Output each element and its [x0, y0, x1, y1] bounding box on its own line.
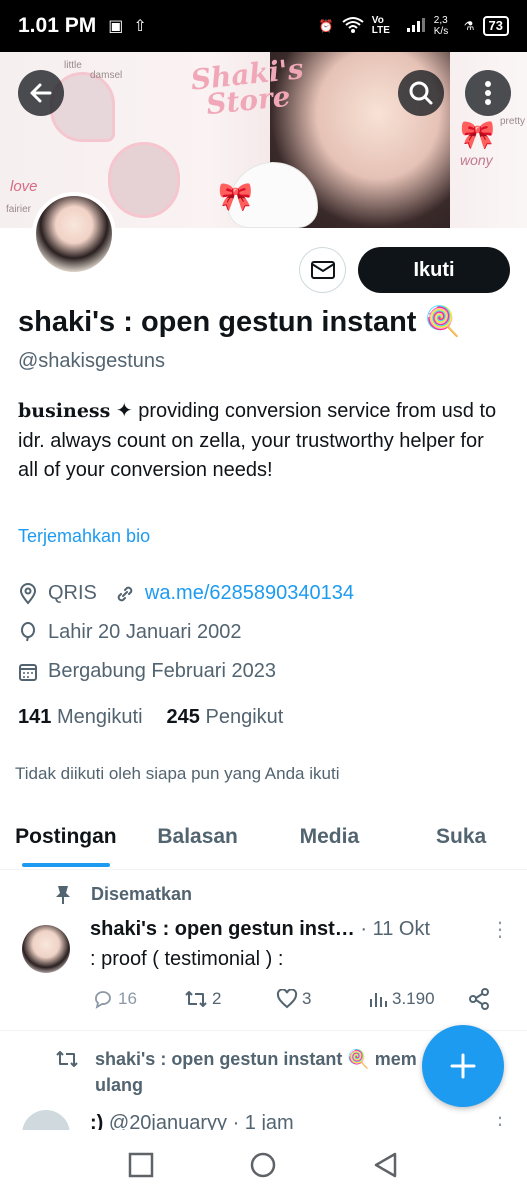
more-vertical-icon	[485, 81, 491, 105]
retweet-icon	[185, 991, 207, 1007]
banner-text: fairier	[6, 204, 32, 215]
profile-birthday: Lahir 20 Januari 2002	[48, 621, 242, 643]
follow-counts: 141 Mengikuti 245 Pengikut	[18, 706, 283, 729]
profile-name: shaki's : open gestun instant 🍭	[18, 306, 461, 338]
banner-text: damsel	[90, 70, 123, 81]
profile-location: QRIS	[48, 582, 97, 604]
heart-icon	[276, 989, 298, 1009]
battery-indicator: 73	[482, 16, 509, 36]
retweet-button[interactable]: 2	[184, 989, 276, 1009]
banner-text: little	[64, 60, 82, 71]
lab-icon: ⚗	[463, 19, 475, 33]
views-button[interactable]: 3.190	[368, 989, 468, 1009]
pinned-label: Disematkan	[55, 884, 192, 905]
compose-button[interactable]	[422, 1025, 504, 1107]
profile-joined: Bergabung Februari 2023	[48, 660, 276, 682]
share-icon	[469, 988, 489, 1010]
profile-bio: business ✦ providing conversion service …	[18, 397, 508, 486]
banner-text: love	[10, 178, 38, 195]
reply-icon	[95, 991, 111, 1009]
tab-replies[interactable]: Balasan	[132, 810, 264, 869]
profile-avatar[interactable]	[32, 192, 116, 276]
tab-likes[interactable]: Suka	[395, 810, 527, 869]
link-icon	[117, 586, 133, 601]
tweet-actions: 16 2 3 3.190	[92, 988, 497, 1010]
upload-icon: ⇧	[133, 18, 147, 35]
location-icon	[19, 582, 37, 605]
follow-button[interactable]: Ikuti	[358, 247, 510, 293]
tweet-header: shaki's : open gestun inst… · 11 Okt	[90, 918, 430, 941]
following-link[interactable]: 141 Mengikuti	[18, 706, 143, 729]
profile-website-link[interactable]: wa.me/6285890340134	[145, 582, 354, 605]
retweet-label: shaki's : open gestun instant 🍭 mem ulan…	[55, 1046, 435, 1098]
like-button[interactable]: 3	[276, 989, 368, 1009]
tab-media[interactable]: Media	[264, 810, 396, 869]
not-followed-note: Tidak diikuti oleh siapa pun yang Anda i…	[15, 764, 340, 783]
network-speed: 2,3 K/s	[433, 15, 449, 37]
mail-icon	[310, 261, 335, 279]
tweet-text: : proof ( testimonial ) :	[90, 948, 284, 970]
balloon-icon	[21, 621, 35, 641]
arrow-left-icon	[30, 83, 52, 103]
calendar-icon	[19, 663, 37, 681]
alarm-icon: ⏰	[318, 19, 334, 33]
banner-text: wony	[460, 152, 493, 168]
bio-bold: business	[18, 400, 111, 422]
tweet-more-icon[interactable]: ⋮	[490, 917, 510, 942]
tab-posts[interactable]: Postingan	[0, 810, 132, 869]
search-icon	[409, 81, 433, 105]
profile-handle: @shakisgestuns	[18, 350, 166, 372]
followers-link[interactable]: 245 Pengikut	[167, 706, 284, 729]
views-icon	[370, 993, 387, 1007]
tweet-date: · 11 Okt	[354, 918, 431, 940]
back-nav-icon[interactable]	[373, 1151, 399, 1179]
tweet-avatar[interactable]	[22, 925, 70, 973]
plus-icon	[450, 1053, 476, 1079]
screenshot-icon: ▣	[108, 18, 124, 35]
tweet-author[interactable]: shaki's : open gestun inst…	[90, 918, 355, 940]
network-label: Vo LTE	[371, 15, 390, 36]
home-icon[interactable]	[249, 1151, 277, 1179]
profile-tabs: Postingan Balasan Media Suka	[0, 810, 527, 870]
bow-icon: 🎀	[218, 181, 253, 212]
wifi-icon	[342, 16, 364, 37]
status-bar: 1.01 PM ▣ ⇧ ⏰ Vo LTE 2,3 K/s ⚗ 73	[0, 0, 527, 52]
banner-heart-frame	[108, 142, 180, 218]
banner-store-title: Shaki's Store	[189, 52, 306, 122]
translate-bio-link[interactable]: Terjemahkan bio	[18, 526, 150, 547]
reply-button[interactable]: 16	[92, 989, 184, 1009]
pin-icon	[56, 885, 70, 904]
bio-star: ✦	[115, 400, 133, 422]
retweet-icon	[56, 1051, 78, 1067]
message-button[interactable]	[299, 247, 346, 293]
share-button[interactable]	[468, 988, 490, 1010]
bow-icon: 🎀	[460, 119, 495, 150]
search-button[interactable]	[398, 70, 444, 116]
signal-icon	[406, 17, 426, 36]
system-nav-bar	[0, 1130, 527, 1200]
back-button[interactable]	[18, 70, 64, 116]
recents-icon[interactable]	[128, 1152, 154, 1178]
status-time: 1.01 PM	[18, 14, 97, 37]
more-options-button[interactable]	[465, 70, 511, 116]
banner-text: pretty	[500, 116, 526, 127]
